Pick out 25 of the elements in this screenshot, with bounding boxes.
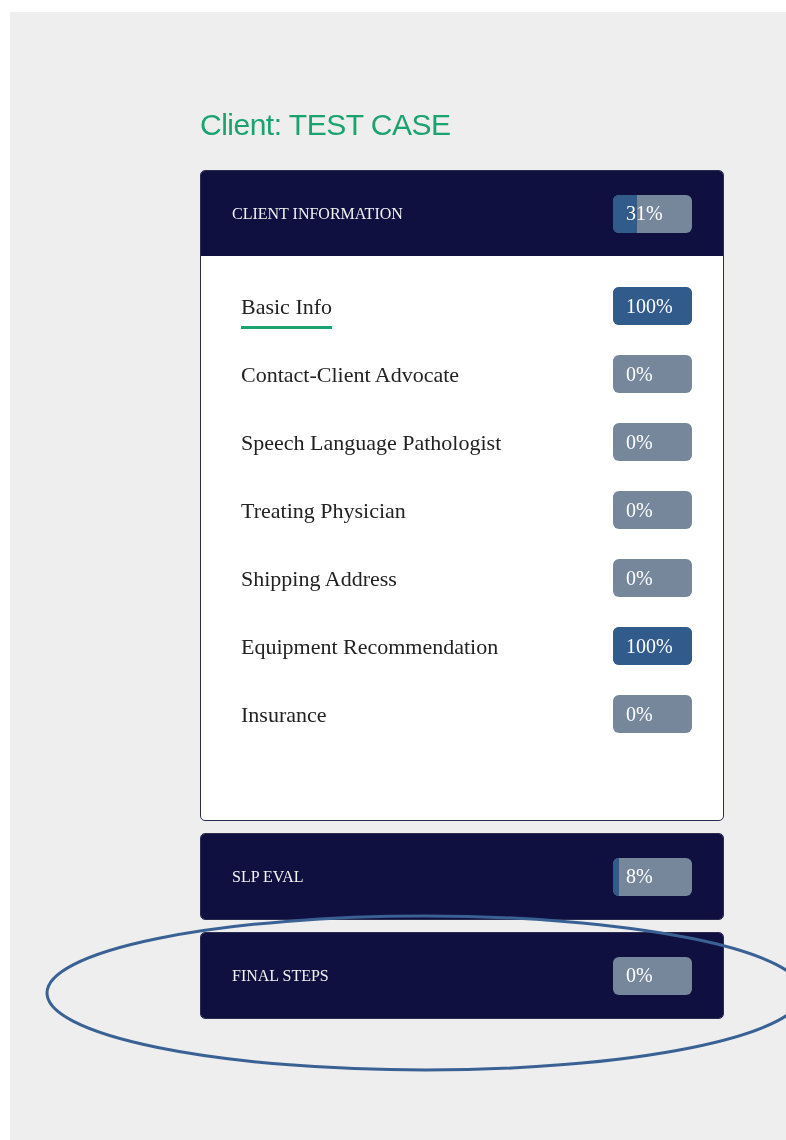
client-title: Client: TEST CASE [200,107,451,143]
percent-label: 0% [626,964,653,987]
percent-label: 100% [626,634,673,658]
nav-item[interactable]: Treating Physician [241,493,406,533]
section-header[interactable]: SLP EVAL 8% [201,834,723,919]
nav-item[interactable]: Contact-Client Advocate [241,357,460,397]
section-title: CLIENT INFORMATION [232,204,403,223]
nav-item[interactable]: Basic Info [241,289,333,329]
percent-label: 100% [626,294,673,318]
nav-item[interactable]: Speech Language Pathologist [241,425,502,465]
percent-label: 0% [626,566,653,590]
percent-label: 0% [626,362,653,386]
section-title: FINAL STEPS [232,966,329,985]
nav-item[interactable]: Equipment Recommendation [241,629,499,669]
progress-fill [613,857,620,896]
nav-item[interactable]: Insurance [241,697,327,737]
section-header[interactable]: CLIENT INFORMATION 31% [201,171,723,256]
section-header[interactable]: FINAL STEPS 0% [201,933,723,1018]
nav-item[interactable]: Shipping Address [241,561,397,601]
percent-label: 0% [626,430,653,454]
section-title: SLP EVAL [232,867,304,886]
percent-label: 31% [626,202,663,225]
percent-label: 8% [626,865,653,888]
percent-label: 0% [626,498,653,522]
percent-label: 0% [626,702,653,726]
